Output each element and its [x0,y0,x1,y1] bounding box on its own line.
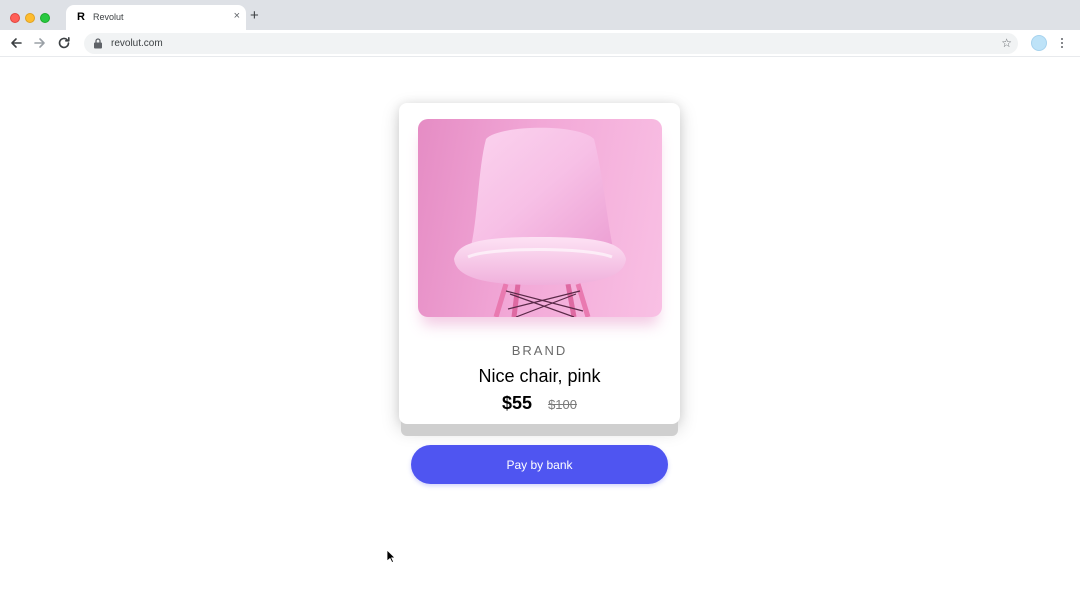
address-bar[interactable]: revolut.com ☆ [84,33,1018,54]
sale-price: $55 [502,393,533,413]
forward-arrow-icon[interactable] [32,35,48,51]
tab-close-icon[interactable]: × [234,10,240,22]
kebab-menu-icon[interactable] [1058,35,1066,51]
product-card: BRAND Nice chair, pink $55 $100 [399,103,680,424]
url-text: revolut.com [111,38,163,49]
product-name: Nice chair, pink [478,366,601,386]
lock-icon [94,38,102,49]
new-tab-button[interactable]: + [250,8,259,24]
pink-chair-image [418,119,662,317]
browser-chrome: R Revolut × + revolut.com ☆ [0,0,1080,57]
pay-by-bank-button[interactable]: Pay by bank [411,445,668,484]
price-row: $55 $100 [399,393,680,414]
product-brand: BRAND [511,343,568,358]
browser-toolbar: revolut.com ☆ [0,30,1080,57]
tab-revolut[interactable]: R Revolut × [66,5,246,30]
profile-icon[interactable] [1031,35,1047,51]
minimize-window-button[interactable] [25,13,35,23]
tab-strip: R Revolut × + [0,0,1080,30]
reload-icon[interactable] [56,35,72,51]
back-arrow-icon[interactable] [8,35,24,51]
revolut-favicon-icon: R [77,11,85,23]
maximize-window-button[interactable] [40,13,50,23]
star-icon[interactable]: ☆ [1001,36,1012,50]
original-price: $100 [548,397,577,412]
close-window-button[interactable] [10,13,20,23]
mouse-cursor-icon [386,549,396,563]
tab-title: Revolut [93,12,124,22]
